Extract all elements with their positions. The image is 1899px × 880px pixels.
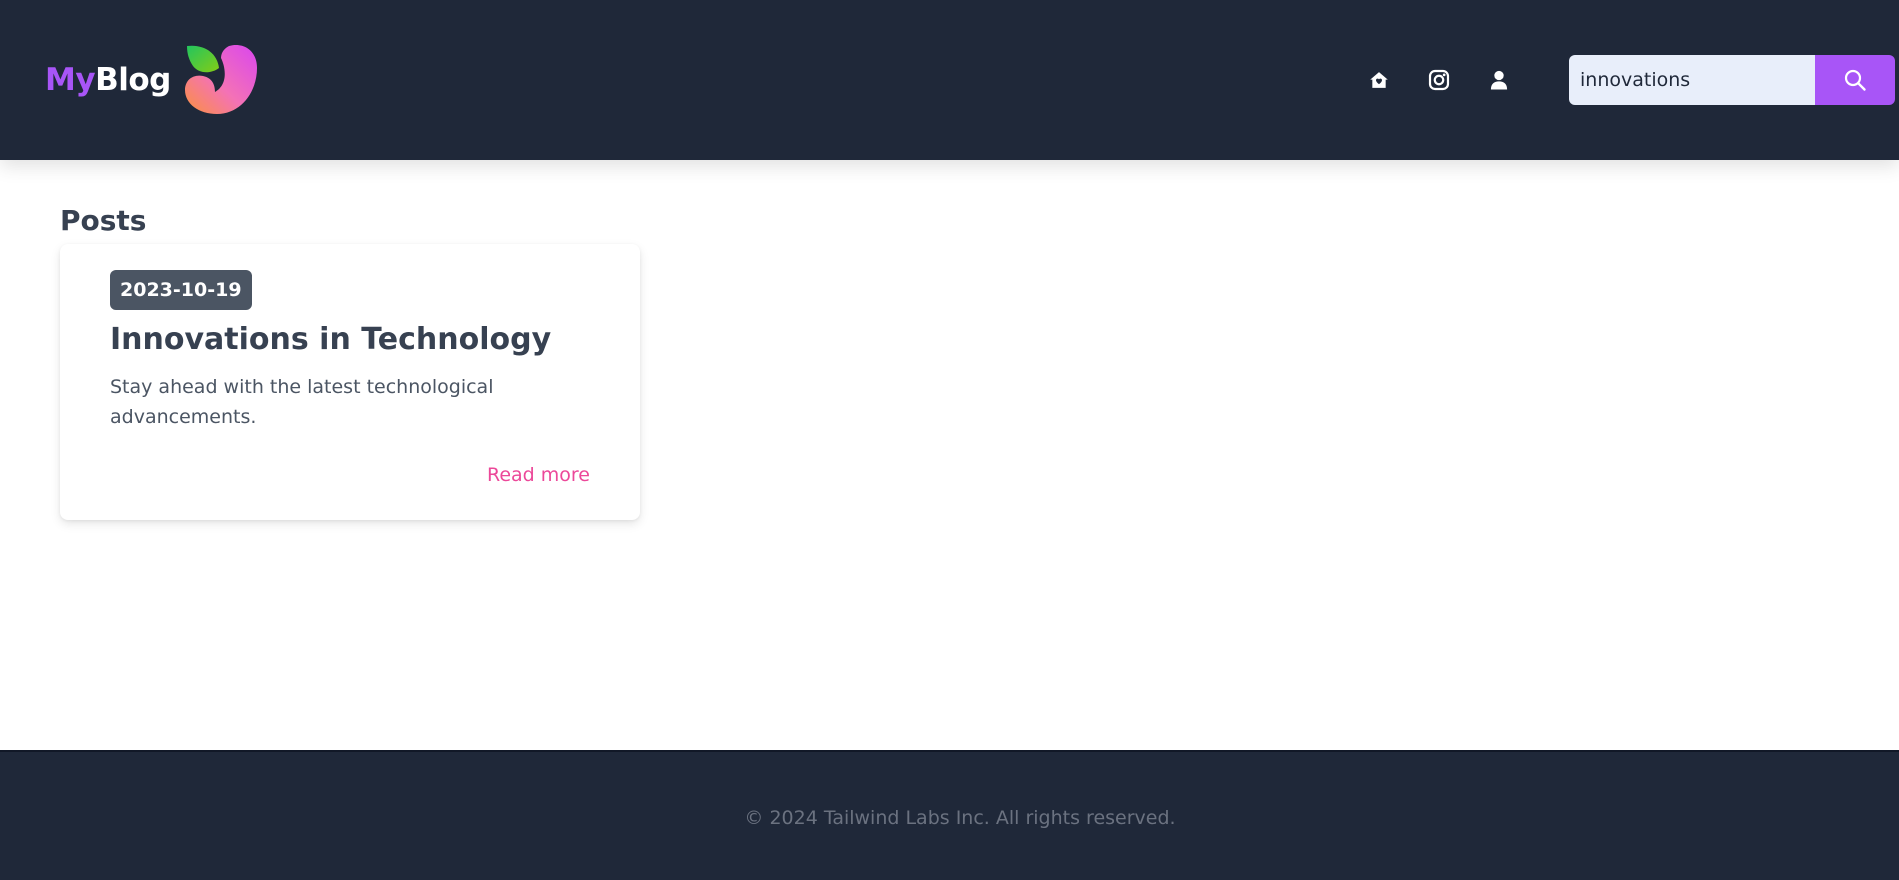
nav-home-button[interactable] (1365, 66, 1393, 94)
search-icon (1844, 69, 1866, 91)
site-footer: © 2024 Tailwind Labs Inc. All rights res… (0, 750, 1899, 880)
site-header: MyBlog (0, 0, 1899, 160)
post-excerpt: Stay ahead with the latest technological… (110, 376, 494, 428)
logo-text-blog: Blog (95, 62, 171, 98)
nav-instagram-button[interactable] (1425, 66, 1453, 94)
search-input[interactable] (1569, 55, 1815, 105)
home-icon (1370, 72, 1388, 88)
post-date-badge: 2023-10-19 (110, 270, 252, 310)
instagram-icon (1428, 69, 1450, 91)
logo-text-my: My (45, 62, 96, 98)
user-icon (1490, 70, 1508, 90)
search-bar (1569, 55, 1895, 105)
read-more-link[interactable]: Read more (487, 464, 590, 486)
site-logo[interactable]: MyBlog (45, 44, 257, 116)
posts-heading: Posts (60, 204, 147, 237)
logo-mark-icon (184, 44, 257, 115)
search-button[interactable] (1815, 55, 1895, 105)
post-title[interactable]: Innovations in Technology (110, 322, 551, 357)
logo-text: MyBlog (45, 62, 171, 98)
copyright-text: © 2024 Tailwind Labs Inc. All rights res… (744, 807, 1176, 829)
nav-user-button[interactable] (1485, 66, 1513, 94)
post-card: 2023-10-19 Innovations in Technology Sta… (60, 244, 640, 520)
